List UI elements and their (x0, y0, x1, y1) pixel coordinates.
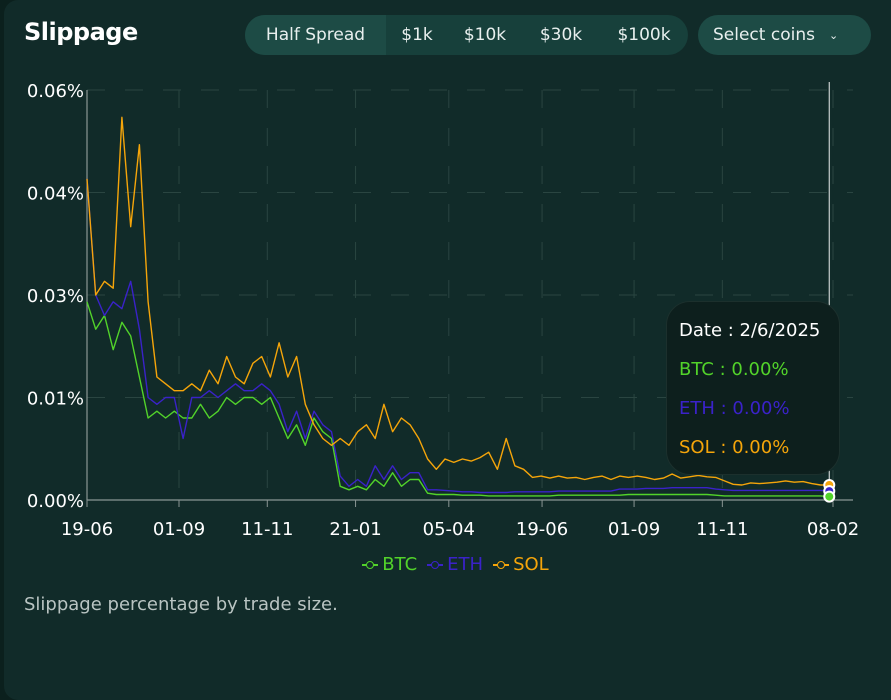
x-tick-label: 11-11 (696, 519, 748, 540)
x-tick-label: 01-09 (153, 519, 205, 540)
y-axis: 0.00% 0.01% 0.03% 0.04% 0.06% (27, 81, 84, 512)
legend-item-eth[interactable]: ETH (427, 554, 483, 575)
legend-marker-icon (493, 560, 510, 570)
y-tick-label: 0.00% (27, 491, 84, 512)
legend-marker-icon (362, 560, 379, 570)
y-tick-label: 0.03% (27, 286, 84, 307)
x-tick-label: 11-11 (241, 519, 293, 540)
chart-caption: Slippage percentage by trade size. (24, 594, 338, 615)
cursor-dots (823, 478, 836, 503)
chart-tooltip: Date : 2/6/2025 BTC : 0.00% ETH : 0.00% … (666, 301, 840, 475)
x-tick-label: 19-06 (61, 519, 113, 540)
tooltip-sol: SOL : 0.00% (679, 437, 790, 458)
y-tick-label: 0.06% (27, 81, 84, 102)
tooltip-eth: ETH : 0.00% (679, 398, 790, 419)
x-tick-label: 21-01 (329, 519, 381, 540)
tooltip-date: Date : 2/6/2025 (679, 320, 821, 341)
legend-item-sol[interactable]: SOL (493, 554, 549, 575)
legend-label: ETH (447, 554, 484, 575)
cursor-dot-btc (823, 490, 836, 503)
legend-label: BTC (382, 554, 418, 575)
chart-legend: BTC ETH SOL (0, 554, 891, 575)
legend-label: SOL (513, 554, 549, 575)
tooltip-btc: BTC : 0.00% (679, 359, 789, 380)
x-tick-label: 01-09 (608, 519, 660, 540)
y-tick-label: 0.04% (27, 184, 84, 205)
legend-item-btc[interactable]: BTC (362, 554, 417, 575)
legend-marker-icon (427, 560, 444, 570)
x-tick-label: 08-02 (807, 519, 859, 540)
y-tick-label: 0.01% (27, 389, 84, 410)
x-tick-label: 19-06 (516, 519, 568, 540)
x-tick-label: 05-04 (423, 519, 475, 540)
